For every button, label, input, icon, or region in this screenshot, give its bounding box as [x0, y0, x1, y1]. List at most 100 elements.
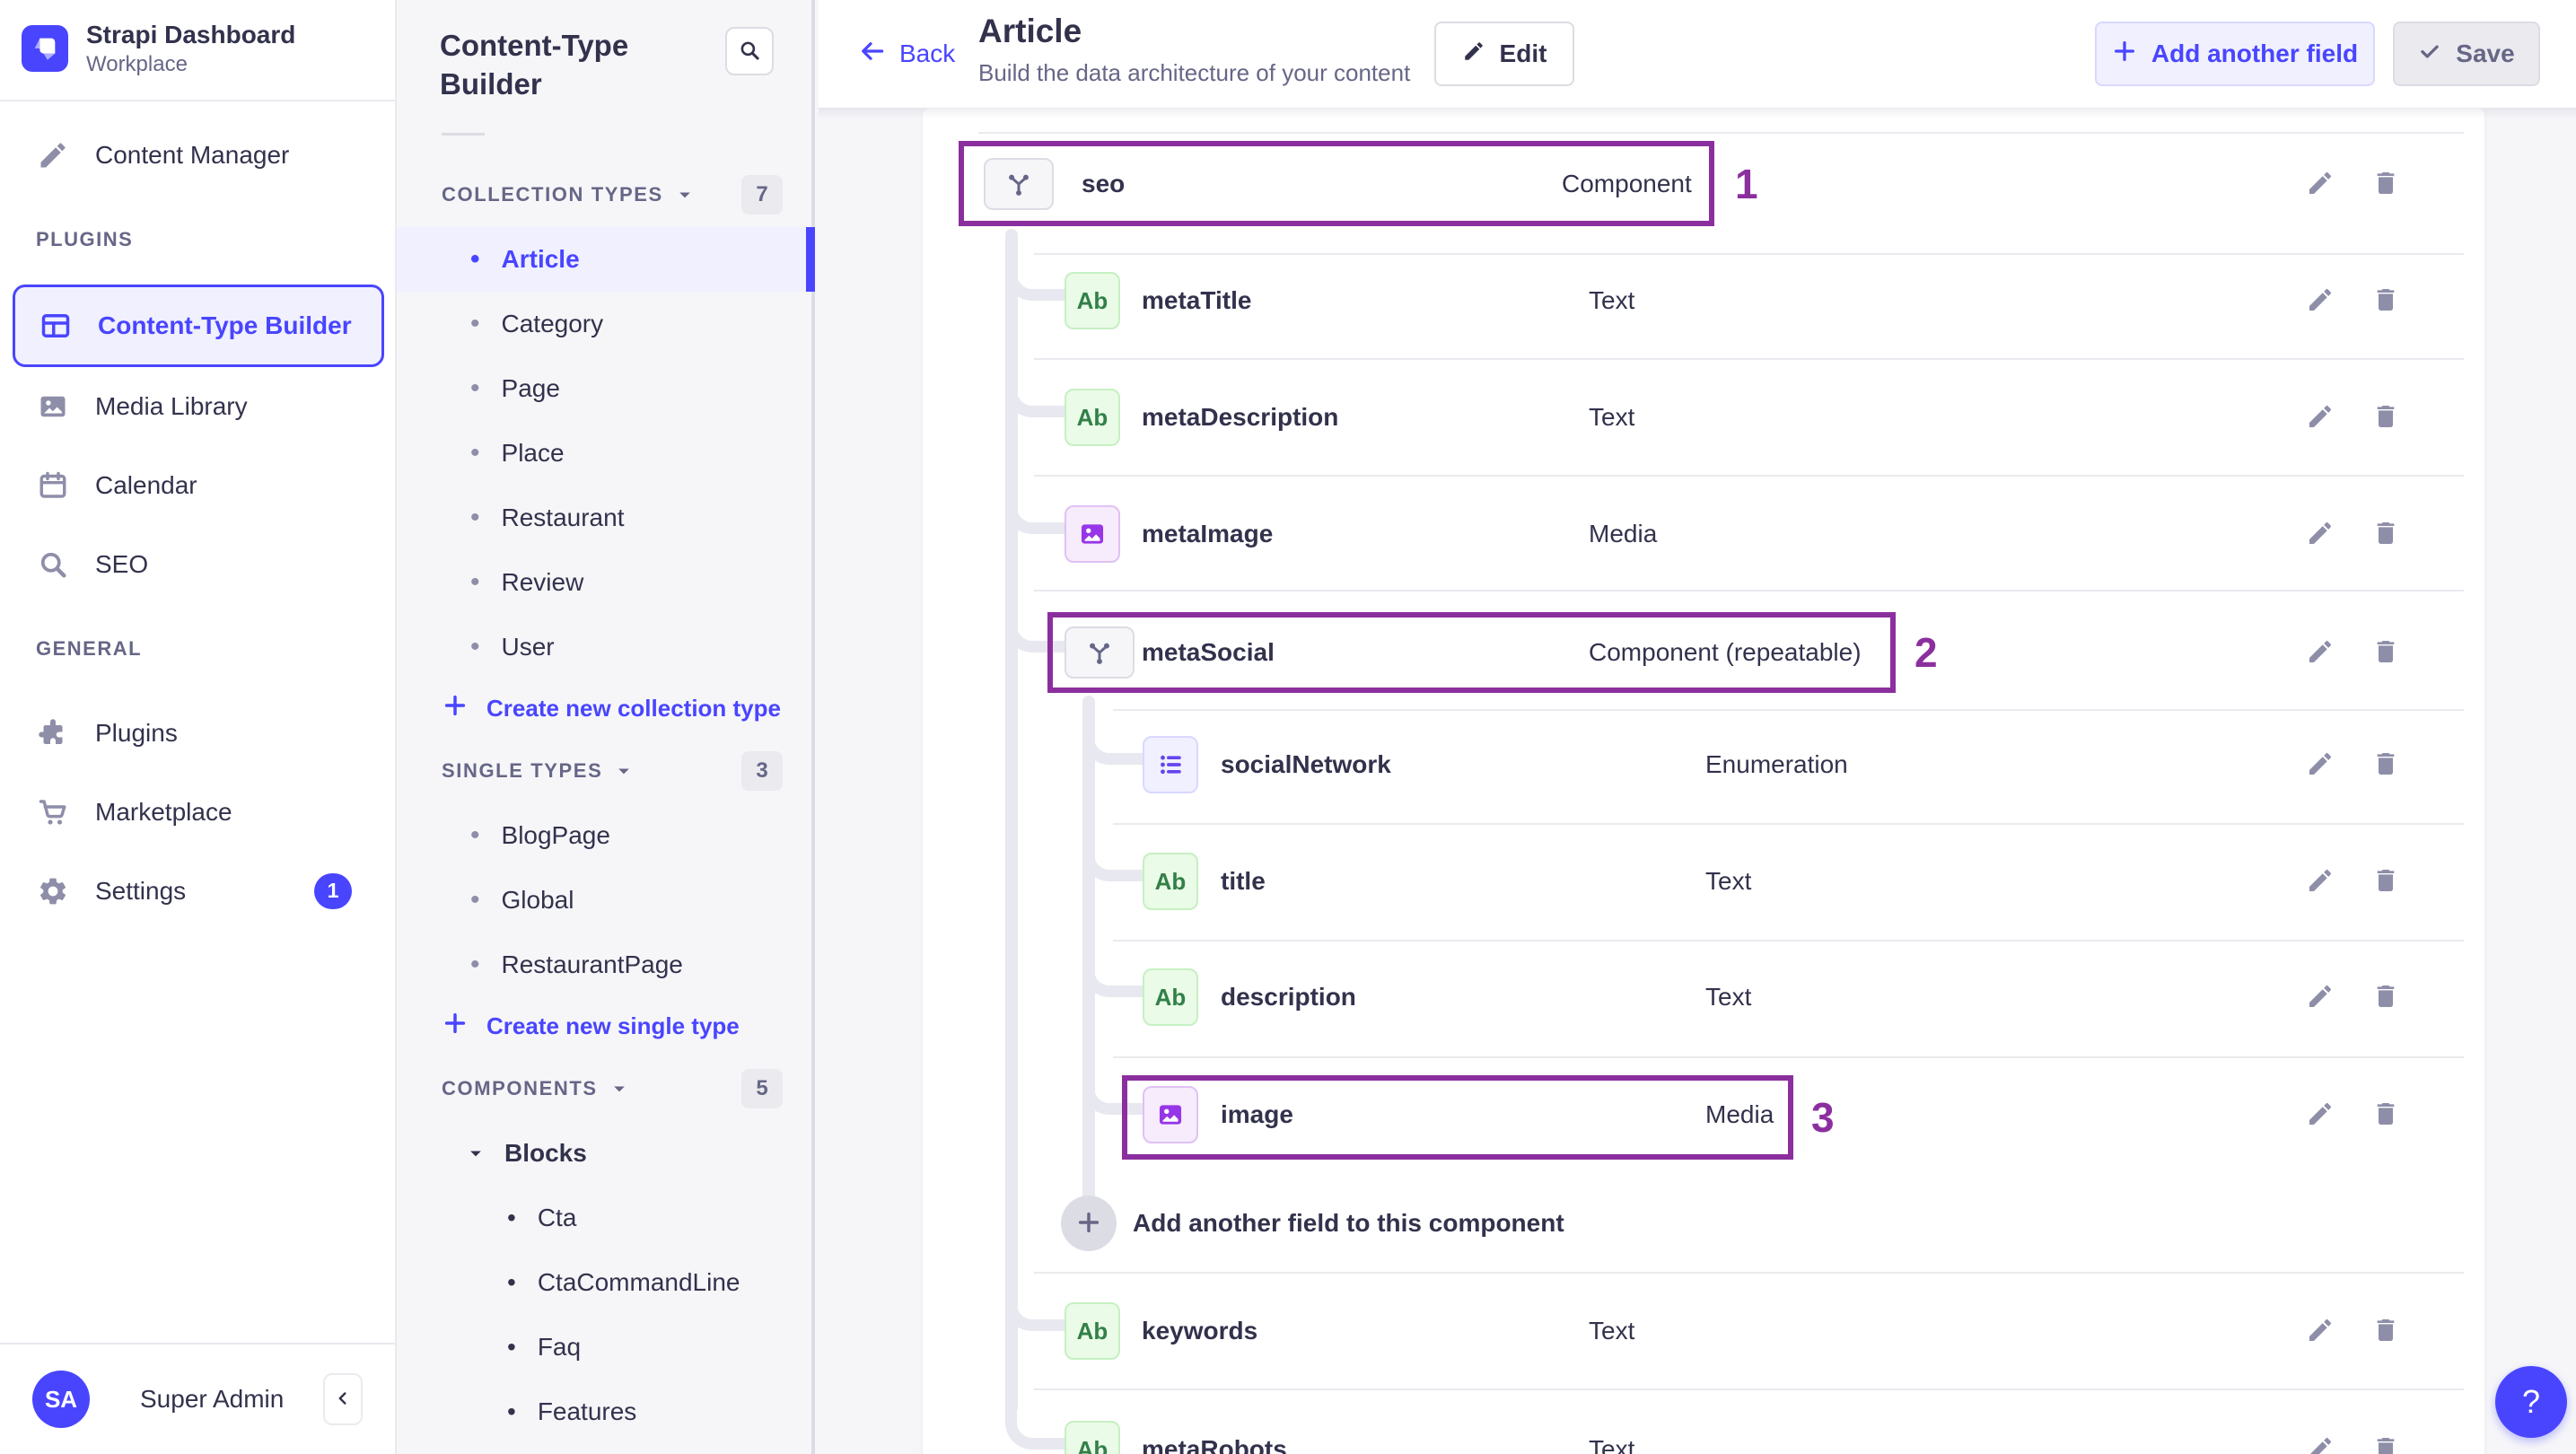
sidebar-item-calendar[interactable]: Calendar — [0, 446, 395, 525]
subnav-item-global[interactable]: • Global — [397, 868, 811, 933]
add-component-field-label: Add another field to this component — [1133, 1209, 1564, 1237]
fields-list: seo Component Ab metaTitle Text Ab metaDescrip… — [923, 108, 2484, 1454]
bullet-icon: • — [507, 1267, 516, 1296]
subnav-section-header[interactable]: COMPONENTS 5 — [397, 1056, 811, 1121]
field-row-title[interactable]: Ab title Text — [923, 823, 2484, 940]
sidebar-item-media-library[interactable]: Media Library — [0, 367, 395, 446]
subnav-item-restaurant[interactable]: • Restaurant — [397, 486, 811, 550]
edit-field-button[interactable] — [2300, 281, 2340, 320]
back-link[interactable]: Back — [858, 0, 955, 108]
edit-field-button[interactable] — [2300, 514, 2340, 554]
sidebar-section-label: PLUGINS — [36, 227, 134, 250]
edit-field-button[interactable] — [2300, 745, 2340, 784]
subnav-item-page[interactable]: • Page — [397, 356, 811, 421]
subnav-group-blocks[interactable]: Blocks — [397, 1121, 811, 1186]
edit-field-button[interactable] — [2300, 633, 2340, 672]
field-row-metaTitle[interactable]: Ab metaTitle Text — [923, 242, 2484, 359]
delete-field-button[interactable] — [2366, 862, 2405, 901]
search-button[interactable] — [725, 27, 774, 75]
sidebar-item-content-type-builder[interactable]: Content-Type Builder — [13, 284, 384, 367]
delete-field-button[interactable] — [2366, 745, 2405, 784]
subnav-item-label: RestaurantPage — [501, 950, 683, 978]
subnav-subitem-faq[interactable]: • Faq — [397, 1315, 811, 1380]
subnav-create-link[interactable]: Create new single type — [397, 997, 811, 1056]
subnav-section-header[interactable]: SINGLE TYPES 3 — [397, 739, 811, 803]
avatar[interactable]: SA — [32, 1371, 90, 1428]
subnav-section-label: SINGLE TYPES — [442, 758, 603, 782]
bullet-icon: • — [470, 437, 480, 468]
subnav-create-link[interactable]: Create new collection type — [397, 679, 811, 739]
subnav-item-place[interactable]: • Place — [397, 421, 811, 486]
subnav-subitem-features[interactable]: • Features — [397, 1380, 811, 1444]
sidebar-item-seo[interactable]: SEO — [0, 525, 395, 604]
field-type: Media — [1705, 1100, 1774, 1128]
field-row-seo[interactable]: seo Component — [923, 126, 2484, 242]
edit-button[interactable]: Edit — [1434, 22, 1574, 86]
sidebar-item-plugins[interactable]: Plugins — [0, 694, 395, 773]
add-component-field-button[interactable] — [1061, 1196, 1117, 1251]
delete-field-button[interactable] — [2366, 164, 2405, 204]
subnav-item-label: Category — [501, 309, 604, 337]
plus-icon — [2112, 39, 2137, 70]
delete-field-button[interactable] — [2366, 398, 2405, 437]
field-row-metaSocial[interactable]: metaSocial Component (repeatable) — [923, 594, 2484, 711]
field-row-image[interactable]: image Media — [923, 1056, 2484, 1173]
pen-icon — [36, 138, 70, 172]
subnav-subitem-label: Cta — [537, 1203, 577, 1231]
back-arrow-icon — [858, 37, 887, 72]
subnav-item-category[interactable]: • Category — [397, 292, 811, 356]
edit-field-button[interactable] — [2300, 977, 2340, 1017]
subnav-subitem-label: Features — [537, 1397, 637, 1425]
field-row-socialNetwork[interactable]: socialNetwork Enumeration — [923, 706, 2484, 823]
subnav-item-article[interactable]: • Article — [397, 226, 815, 292]
pencil-icon — [2306, 1099, 2335, 1131]
picture-icon — [36, 390, 70, 424]
delete-field-button[interactable] — [2366, 1095, 2405, 1134]
bullet-icon: • — [470, 502, 480, 532]
field-row-description[interactable]: Ab description Text — [923, 939, 2484, 1055]
edit-field-button[interactable] — [2300, 1430, 2340, 1454]
edit-field-button[interactable] — [2300, 862, 2340, 901]
fields-card: seo Component Ab metaTitle Text Ab metaDescrip… — [923, 108, 2484, 1454]
subnav-item-user[interactable]: • User — [397, 615, 811, 679]
workspace-switcher[interactable]: Strapi Dashboard Workplace — [0, 0, 395, 100]
field-name: keywords — [1142, 1317, 1258, 1345]
add-another-field-button[interactable]: Add another field — [2095, 22, 2375, 86]
subnav-subitem-cta[interactable]: • Cta — [397, 1186, 811, 1250]
plus-icon — [442, 1010, 469, 1043]
edit-field-button[interactable] — [2300, 1311, 2340, 1351]
cart-icon — [36, 795, 70, 829]
sidebar-item-label: Content Manager — [95, 140, 290, 169]
content-area: seo Component Ab metaTitle Text Ab metaDescrip… — [819, 108, 2576, 1454]
text-icon: Ab — [1143, 968, 1198, 1026]
edit-field-button[interactable] — [2300, 1095, 2340, 1134]
subnav-item-review[interactable]: • Review — [397, 550, 811, 615]
sidebar-item-settings[interactable]: Settings 1 — [0, 852, 395, 931]
delete-field-button[interactable] — [2366, 1430, 2405, 1454]
delete-field-button[interactable] — [2366, 633, 2405, 672]
help-button[interactable]: ? — [2495, 1366, 2567, 1438]
delete-field-button[interactable] — [2366, 977, 2405, 1017]
subnav-item-restaurantpage[interactable]: • RestaurantPage — [397, 933, 811, 997]
field-row-keywords[interactable]: Ab keywords Text — [923, 1273, 2484, 1389]
delete-field-button[interactable] — [2366, 1311, 2405, 1351]
check-icon — [2418, 39, 2441, 69]
field-row-metaImage[interactable]: metaImage Media — [923, 476, 2484, 592]
delete-field-button[interactable] — [2366, 281, 2405, 320]
sidebar-item-label: Content-Type Builder — [98, 311, 352, 339]
subnav-section-header[interactable]: COLLECTION TYPES 7 — [397, 162, 811, 227]
field-row-metaDescription[interactable]: Ab metaDescription Text — [923, 359, 2484, 476]
sidebar-item-content-manager[interactable]: Content Manager — [0, 116, 395, 195]
add-component-field-row: Add another field to this component — [923, 1165, 2484, 1282]
edit-field-button[interactable] — [2300, 164, 2340, 204]
field-name: socialNetwork — [1221, 750, 1391, 778]
sidebar-collapse-button[interactable] — [323, 1373, 363, 1425]
strapi-logo — [22, 25, 68, 73]
subnav-subitem-ctacommandline[interactable]: • CtaCommandLine — [397, 1250, 811, 1315]
save-button[interactable]: Save — [2393, 22, 2540, 86]
subnav-item-blogpage[interactable]: • BlogPage — [397, 803, 811, 868]
field-row-metaRobots[interactable]: Ab metaRobots Text — [923, 1391, 2484, 1454]
delete-field-button[interactable] — [2366, 514, 2405, 554]
sidebar-item-marketplace[interactable]: Marketplace — [0, 773, 395, 852]
edit-field-button[interactable] — [2300, 398, 2340, 437]
